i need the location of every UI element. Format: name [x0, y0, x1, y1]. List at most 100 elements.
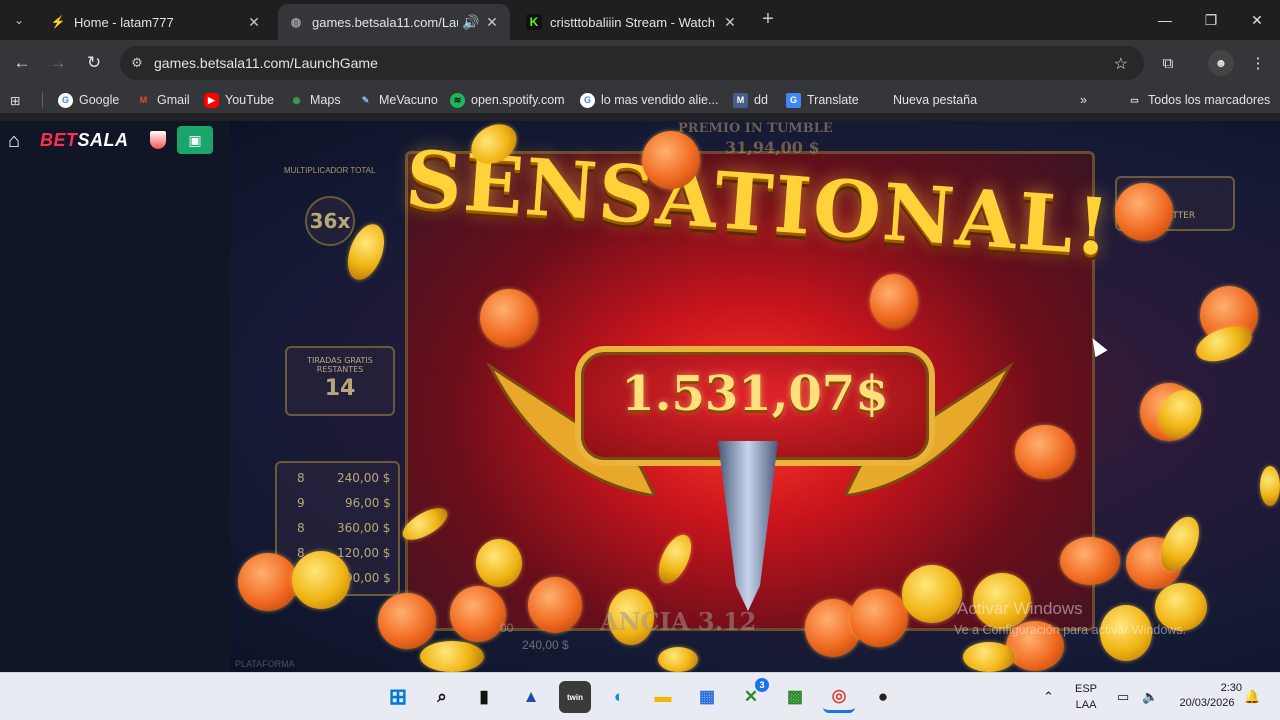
- tab-title: cristttobaliiin Stream - Watch L: [550, 14, 716, 30]
- lang-code: ESP: [1075, 683, 1098, 695]
- tab-title: games.betsala11.com/Launc: [312, 14, 458, 30]
- tab-strip: ⌄ ⚡ Home - latam777 ✕ ◍ games.betsala11.…: [0, 0, 1280, 40]
- close-icon[interactable]: ✕: [246, 14, 262, 31]
- bookmark-label: Todos los marcadores: [1148, 93, 1271, 107]
- tab-games-betsala[interactable]: ◍ games.betsala11.com/Launc 🔊 ✕: [278, 4, 510, 40]
- profile-avatar[interactable]: ☻: [1208, 50, 1234, 76]
- orange-coin: [528, 577, 582, 633]
- volume-icon[interactable]: 🔈: [1142, 689, 1158, 705]
- folder-icon[interactable]: ▬: [647, 681, 679, 713]
- orange-coin: [1115, 183, 1173, 241]
- orange-coin: [1060, 537, 1120, 585]
- affinity-icon[interactable]: ▲: [515, 681, 547, 713]
- free-spins-label: TIRADAS GRATIS: [307, 356, 373, 365]
- bookmark-spotify[interactable]: ≋ open.spotify.com: [450, 90, 565, 110]
- wallet-icon: ▣: [188, 131, 202, 148]
- minecraft-icon[interactable]: ▩: [779, 681, 811, 713]
- prize-row: 8 360,00 $: [297, 521, 391, 535]
- bottom-amount: 00: [500, 621, 514, 635]
- new-tab-button[interactable]: +: [756, 8, 780, 32]
- gold-coin: [1260, 466, 1280, 506]
- gold-coin: [963, 642, 1015, 672]
- gold-coin: [476, 539, 522, 587]
- minimize-button[interactable]: —: [1142, 0, 1188, 40]
- all-bookmarks-button[interactable]: ▭ Todos los marcadores: [1127, 90, 1270, 110]
- xbox-icon[interactable]: ✕ 3: [735, 678, 769, 713]
- notification-bell-icon[interactable]: 🔔: [1244, 689, 1260, 705]
- site-sidebar: ⌂ BETSALA ▣: [0, 121, 230, 672]
- google-icon: G: [580, 92, 595, 108]
- footer-text: PLATAFORMA: [235, 659, 295, 669]
- restore-button[interactable]: ❐: [1188, 0, 1234, 40]
- home-icon[interactable]: ⌂: [8, 131, 30, 153]
- browser-toolbar: ← → ↻ ⚙ games.betsala11.com/LaunchGame ☆…: [0, 40, 1280, 86]
- language-indicator[interactable]: ESP LAA: [1075, 683, 1097, 711]
- bookmark-gmail[interactable]: M Gmail: [136, 90, 190, 110]
- tab-kick-stream[interactable]: K cristttobaliiin Stream - Watch L ✕: [516, 4, 748, 40]
- file-explorer-icon[interactable]: ▮: [468, 681, 500, 713]
- win-amount: 1.531,07$: [621, 366, 889, 422]
- close-window-button[interactable]: ✕: [1234, 0, 1280, 40]
- twin-label: twin: [567, 692, 583, 702]
- bookmark-maps[interactable]: ◉ Maps: [289, 90, 341, 110]
- bookmark-label: YouTube: [225, 93, 275, 107]
- reload-button[interactable]: ↻: [80, 49, 108, 77]
- bookmark-lo-mas-vendido[interactable]: Glo mas vendido alie...: [580, 90, 718, 110]
- chrome-icon[interactable]: ◎: [823, 681, 855, 713]
- vaccine-icon: ✎: [361, 94, 370, 105]
- tray-overflow-chevron-icon[interactable]: ⌃: [1043, 689, 1054, 705]
- more-bookmarks-chevron-icon[interactable]: »: [1080, 90, 1087, 110]
- clock[interactable]: 2:30 20/03/2026: [1172, 682, 1242, 709]
- tab-home-latam777[interactable]: ⚡ Home - latam777 ✕: [40, 4, 272, 40]
- orange-coin: [378, 593, 436, 649]
- windows-start-icon[interactable]: ⊞: [382, 681, 414, 713]
- menu-icon[interactable]: ⋮: [1245, 50, 1271, 76]
- tab-title: Home - latam777: [74, 14, 174, 30]
- bookmark-dd[interactable]: Mdd: [733, 90, 768, 110]
- tumble-label: PREMIO IN TUMBLE: [678, 121, 833, 136]
- address-bar[interactable]: ⚙ games.betsala11.com/LaunchGame ☆: [120, 46, 1144, 80]
- bookmark-youtube[interactable]: ▶ YouTube: [204, 90, 274, 110]
- logo-part: SALA: [77, 130, 129, 150]
- crest-icon: [150, 131, 166, 149]
- dd-icon: M: [733, 92, 748, 108]
- speaker-icon[interactable]: 🔊: [462, 14, 479, 31]
- gold-coin: [658, 647, 698, 672]
- bookmark-mevacuno[interactable]: ✎ MeVacuno: [358, 90, 438, 110]
- bookmarks-bar: ⊞ G Google M Gmail ▶ YouTube ◉ Maps ✎ MeVacun…: [0, 86, 1280, 114]
- site-info-icon[interactable]: ⚙: [120, 55, 154, 71]
- multiplier-label: MULTIPLICADOR TOTAL: [284, 166, 376, 175]
- bookmark-nueva-pestana[interactable]: Nueva pestaña: [893, 90, 977, 110]
- search-icon[interactable]: ⌕: [426, 681, 458, 713]
- extensions-icon[interactable]: ⧉: [1155, 50, 1181, 76]
- orange-coin: [1015, 425, 1075, 479]
- network-icon[interactable]: ▭: [1117, 689, 1129, 705]
- close-icon[interactable]: ✕: [722, 14, 738, 31]
- bookmark-label: Maps: [310, 93, 341, 107]
- close-icon[interactable]: ✕: [484, 14, 500, 31]
- twin-icon[interactable]: twin: [559, 681, 591, 713]
- bookmark-star-icon[interactable]: ☆: [1114, 54, 1128, 74]
- obs-icon[interactable]: ●: [867, 681, 899, 713]
- clock-date: 20/03/2026: [1179, 697, 1235, 709]
- wallet-button[interactable]: ▣: [177, 126, 213, 154]
- orange-coin: [238, 553, 298, 611]
- back-button[interactable]: ←: [8, 49, 36, 77]
- clock-time: 2:30: [1220, 682, 1242, 694]
- google-icon: G: [58, 92, 73, 108]
- bookmark-translate[interactable]: G Translate: [786, 90, 859, 110]
- store-icon[interactable]: ▦: [691, 681, 723, 713]
- game-canvas[interactable]: MULTIPLICADOR TOTAL 36x TIRADAS GRATIS R…: [230, 121, 1280, 672]
- bookmark-label: open.spotify.com: [471, 93, 565, 107]
- forward-button[interactable]: →: [44, 49, 72, 77]
- betsala-logo[interactable]: BETSALA: [40, 130, 129, 151]
- tab-search-button[interactable]: ⌄: [6, 7, 32, 33]
- bookmark-label: Translate: [807, 93, 859, 107]
- edge-icon[interactable]: ◐: [603, 681, 635, 713]
- multiplier-value: 36x: [309, 209, 351, 233]
- bookmark-google[interactable]: G Google: [58, 90, 119, 110]
- apps-grid-icon[interactable]: ⊞: [10, 90, 20, 110]
- multiplier-badge: 36x: [305, 196, 355, 246]
- url-text[interactable]: games.betsala11.com/LaunchGame: [154, 55, 378, 71]
- spotify-icon: ≋: [450, 92, 465, 108]
